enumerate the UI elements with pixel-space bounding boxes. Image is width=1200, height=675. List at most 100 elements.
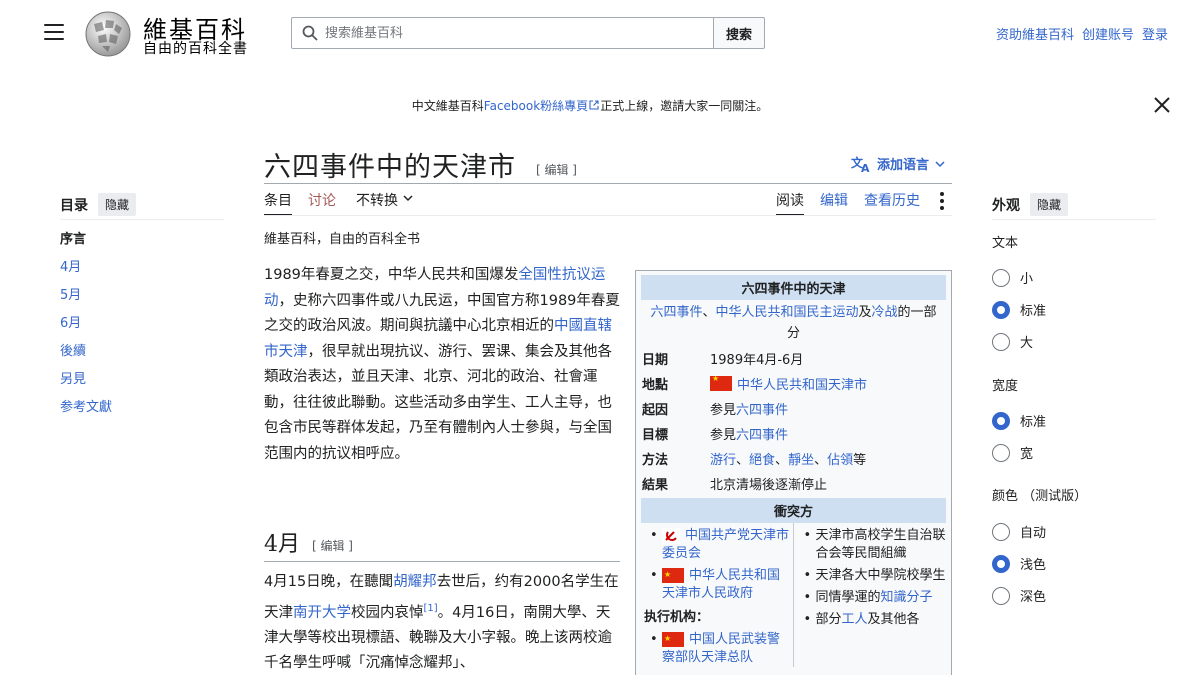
link-june-fourth[interactable]: 六四事件 bbox=[650, 305, 702, 320]
radio-color-light[interactable]: 浅色 bbox=[992, 554, 1046, 573]
login-link[interactable]: 登录 bbox=[1142, 24, 1168, 43]
toc-header: 目录 隐藏 bbox=[60, 193, 137, 216]
intro-paragraph: 1989年春夏之交，中华人民共和国爆发全国性抗议运动，史称六四事件或八九民运，中… bbox=[264, 263, 620, 467]
toc-title: 目录 bbox=[60, 197, 88, 214]
link-nankai-university[interactable]: 南开大学 bbox=[293, 604, 351, 620]
donate-link[interactable]: 资助維基百科 bbox=[996, 24, 1074, 43]
link-hunger-strike[interactable]: 絕食 bbox=[749, 449, 775, 468]
link-occupation[interactable]: 佔領 bbox=[827, 449, 853, 468]
radio-label: 小 bbox=[1020, 272, 1034, 287]
tab-history[interactable]: 查看历史 bbox=[864, 190, 920, 216]
infobox-parties: 中国共产党天津市委员会 中华人民共和国天津市人民政府 执行机构： 中国人民武装警… bbox=[636, 523, 951, 667]
link-intellectuals[interactable]: 知識分子 bbox=[881, 590, 933, 605]
close-icon[interactable] bbox=[1153, 96, 1171, 114]
link-june-fourth[interactable]: 六四事件 bbox=[736, 399, 788, 418]
search-input[interactable] bbox=[325, 25, 695, 41]
radio-text-large[interactable]: 大 bbox=[992, 332, 1033, 351]
main-menu-icon[interactable] bbox=[44, 24, 64, 42]
text: ，很早就出現抗议、游行、罢课、集会及其他各類政治表达，並且天津、北京、河北的政治… bbox=[264, 343, 612, 462]
search-button[interactable]: 搜索 bbox=[713, 17, 765, 49]
site-notice: 中文維基百科Facebook粉絲專頁 正式上線，邀請大家一同關注。 bbox=[0, 97, 1180, 114]
radio-width-standard[interactable]: 标准 bbox=[992, 411, 1046, 430]
color-label: 颜色 （测试版） bbox=[992, 489, 1088, 504]
radio-button[interactable] bbox=[992, 443, 1010, 462]
ccp-flag-icon bbox=[662, 527, 680, 544]
toc-item-may[interactable]: 5月 bbox=[60, 287, 112, 315]
text: 4月15日晚，在聽聞 bbox=[264, 574, 394, 590]
china-flag-icon bbox=[710, 374, 732, 391]
china-flag-icon bbox=[662, 630, 684, 648]
edit-label[interactable]: [ 编辑 ] bbox=[536, 163, 577, 177]
radio-button[interactable] bbox=[992, 332, 1010, 351]
radio-button[interactable] bbox=[992, 268, 1010, 287]
radio-button[interactable] bbox=[992, 554, 1010, 573]
edit-label[interactable]: [ 编辑 ] bbox=[312, 539, 353, 553]
appearance-hide-button[interactable]: 隐藏 bbox=[1030, 193, 1069, 216]
link-workers[interactable]: 工人 bbox=[842, 612, 868, 627]
april-paragraph: 4月15日晚，在聽聞胡耀邦去世后，约有2000名学生在天津南开大学校园内哀悼[1… bbox=[264, 570, 620, 675]
tab-talk[interactable]: 讨论 bbox=[308, 190, 336, 216]
tab-edit[interactable]: 编辑 bbox=[820, 190, 848, 216]
add-languages-button[interactable]: 文A 添加语言 bbox=[851, 154, 945, 173]
link-tianjin-city[interactable]: 中华人民共和国天津市 bbox=[737, 374, 867, 393]
divider bbox=[264, 183, 952, 184]
link-sit-in[interactable]: 靜坐 bbox=[788, 449, 814, 468]
list-item: 同情學運的知識分子 bbox=[794, 589, 948, 607]
width-label: 宽度 bbox=[992, 379, 1019, 394]
section-edit-link[interactable]: [ 编辑 ] bbox=[312, 537, 353, 554]
toc-item-see-also[interactable]: 另見 bbox=[60, 371, 112, 399]
toc-item-intro[interactable]: 序言 bbox=[60, 231, 112, 259]
link-democracy-movement[interactable]: 中华人民共和国民主运动 bbox=[715, 305, 858, 320]
radio-button[interactable] bbox=[992, 586, 1010, 605]
text: 同情學運的 bbox=[815, 590, 881, 605]
radio-label: 深色 bbox=[1020, 590, 1047, 605]
infobox-row-goal: 目標 参見 六四事件 bbox=[636, 421, 951, 446]
tab-read[interactable]: 阅读 bbox=[776, 190, 804, 216]
party-column-right: 天津市高校学生自治联合会等民間組織 天津各大中學院校學生 同情學運的知識分子 部… bbox=[794, 523, 948, 667]
divider bbox=[60, 219, 224, 220]
row-key: 方法 bbox=[642, 453, 669, 468]
radio-text-standard[interactable]: 标准 bbox=[992, 300, 1046, 319]
notice-suffix: 正式上線，邀請大家一同關注。 bbox=[600, 99, 769, 113]
tab-article[interactable]: 条目 bbox=[264, 190, 292, 216]
toc-item-references[interactable]: 参考文獻 bbox=[60, 399, 112, 427]
reference-link[interactable]: [1] bbox=[424, 603, 438, 614]
list-item: 天津各大中學院校學生 bbox=[794, 567, 948, 585]
notice-facebook-link[interactable]: Facebook粉絲專頁 bbox=[484, 99, 588, 113]
radio-text-small[interactable]: 小 bbox=[992, 268, 1033, 287]
radio-color-auto[interactable]: 自动 bbox=[992, 522, 1046, 541]
link-hu-yaobang[interactable]: 胡耀邦 bbox=[393, 574, 437, 590]
executors-title: 执行机构： bbox=[644, 610, 710, 625]
wikipedia-globe-logo[interactable] bbox=[84, 10, 132, 58]
radio-button[interactable] bbox=[992, 411, 1010, 430]
more-menu-icon[interactable] bbox=[940, 192, 946, 210]
infobox-part-of: 六四事件、中华人民共和国民主运动及冷战的一部分 bbox=[636, 300, 951, 346]
toc-item-aftermath[interactable]: 後續 bbox=[60, 343, 112, 371]
infobox: 六四事件中的天津 六四事件、中华人民共和国民主运动及冷战的一部分 日期 1989年… bbox=[635, 270, 952, 675]
toc-hide-button[interactable]: 隐藏 bbox=[98, 193, 137, 216]
link-cold-war[interactable]: 冷战 bbox=[872, 305, 898, 320]
radio-label: 标准 bbox=[1020, 304, 1047, 319]
appearance-title: 外观 bbox=[992, 197, 1020, 214]
link-june-fourth[interactable]: 六四事件 bbox=[736, 424, 788, 443]
language-icon: 文A bbox=[851, 155, 870, 173]
toc-item-june[interactable]: 6月 bbox=[60, 315, 112, 343]
row-value: 北京清場後逐漸停止 bbox=[710, 478, 828, 493]
row-value: 等 bbox=[853, 453, 867, 468]
create-account-link[interactable]: 创建账号 bbox=[1082, 24, 1134, 43]
radio-width-wide[interactable]: 宽 bbox=[992, 443, 1033, 462]
row-key: 起因 bbox=[642, 403, 669, 418]
row-key: 結果 bbox=[642, 478, 669, 493]
section-heading-april: 4月 bbox=[264, 532, 300, 557]
radio-label: 浅色 bbox=[1020, 558, 1047, 573]
search-box[interactable] bbox=[291, 17, 714, 49]
radio-button[interactable] bbox=[992, 300, 1010, 319]
radio-color-dark[interactable]: 深色 bbox=[992, 586, 1046, 605]
tab-variant[interactable]: 不转换 bbox=[356, 190, 413, 216]
title-edit-link[interactable]: [ 编辑 ] bbox=[536, 161, 577, 178]
infobox-row-place: 地點 中华人民共和国天津市 bbox=[636, 371, 951, 396]
toc-item-april[interactable]: 4月 bbox=[60, 259, 112, 287]
link-ccp-tianjin[interactable]: 中国共产党天津市委员会 bbox=[662, 528, 789, 561]
radio-button[interactable] bbox=[992, 522, 1010, 541]
link-march[interactable]: 游行 bbox=[710, 449, 736, 468]
